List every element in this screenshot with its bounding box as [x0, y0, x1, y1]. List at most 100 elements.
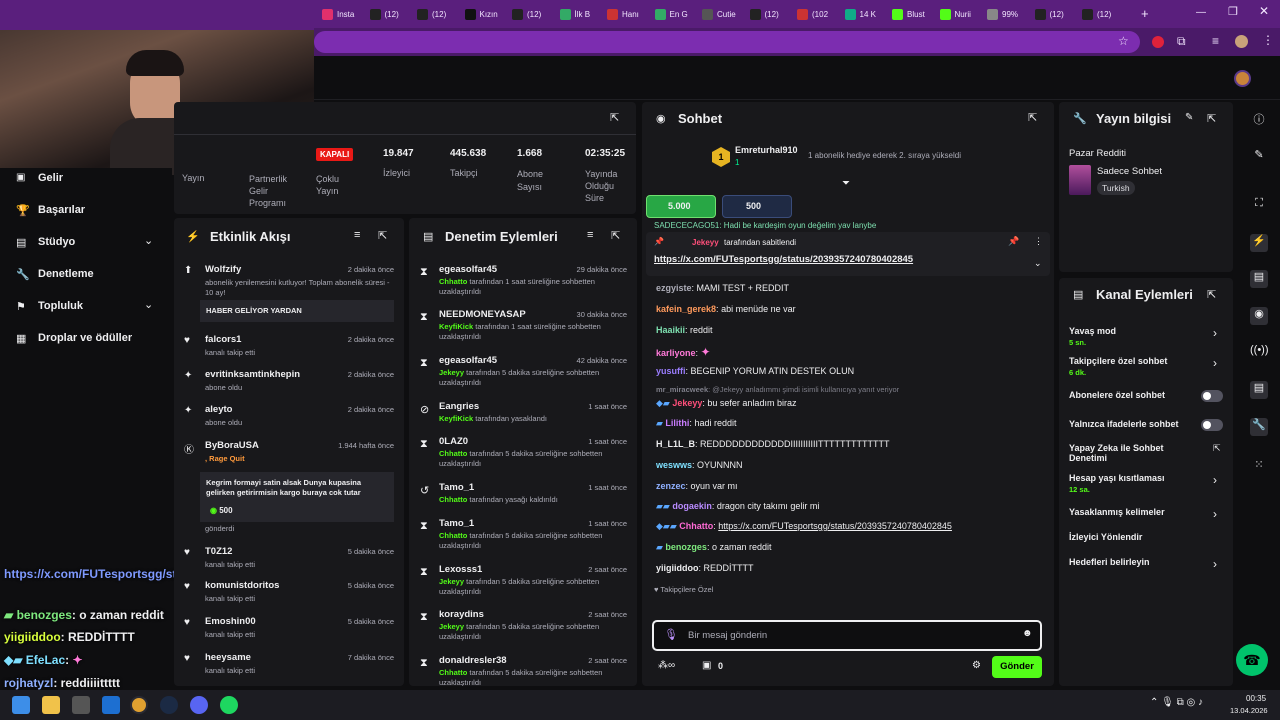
channel-action[interactable]: Hedefleri belirleyin ›: [1059, 557, 1233, 581]
profile-avatar[interactable]: [1235, 35, 1248, 48]
chat-username[interactable]: yusuffi: [656, 366, 686, 376]
chat-username[interactable]: Jekeyy: [672, 398, 702, 408]
browser-tab[interactable]: (12): [369, 6, 412, 22]
moderator-name[interactable]: Jekeyy: [439, 577, 464, 586]
external-link-icon[interactable]: ⇱: [1213, 443, 1221, 454]
chat-username[interactable]: weswws: [656, 460, 692, 470]
media-icon[interactable]: ≡: [1212, 34, 1219, 48]
channel-action[interactable]: Yalnızca ifadelerle sohbet: [1059, 419, 1233, 443]
more-icon[interactable]: ⋮: [1034, 236, 1043, 247]
emote-picker-icon[interactable]: ☻: [1022, 628, 1033, 639]
moderator-name[interactable]: Chhatto: [439, 449, 467, 458]
store-icon[interactable]: [72, 696, 90, 714]
toggle-switch[interactable]: [1201, 419, 1223, 431]
expand-icon[interactable]: ⌄: [1034, 258, 1042, 269]
browser-tab[interactable]: (12): [749, 6, 792, 22]
toggle-switch[interactable]: [1201, 390, 1223, 402]
browser-tab[interactable]: Nurii: [939, 6, 982, 22]
channel-action[interactable]: Abonelere özel sohbet: [1059, 390, 1233, 414]
chat-text[interactable]: https://x.com/FUTesportsgg/status/203935…: [718, 521, 952, 531]
moderator-name[interactable]: Chhatto: [439, 531, 467, 540]
partner-program-label[interactable]: Partnerlik Gelir Programı: [249, 173, 304, 209]
moderator-name[interactable]: Jekeyy: [439, 368, 464, 377]
browser-menu-icon[interactable]: ⋮: [1262, 33, 1274, 47]
activity-user[interactable]: heeysame: [205, 652, 251, 663]
moderated-user[interactable]: egeasolfar45: [439, 264, 497, 275]
chat-username[interactable]: kafein_gerek8: [656, 304, 716, 314]
filter-icon[interactable]: ≡: [587, 229, 593, 241]
popout-icon[interactable]: ⇱: [1207, 288, 1216, 301]
tray-icons[interactable]: ⌃ 🎙 ⧉ ◎ ♪: [1150, 697, 1203, 708]
browser-tab[interactable]: Hanı: [607, 6, 649, 22]
actions-icon[interactable]: ▤: [1250, 381, 1268, 399]
activity-user[interactable]: aleyto: [205, 404, 232, 415]
edit-icon[interactable]: ✎: [1185, 112, 1193, 123]
nav-item-community[interactable]: Topluluk: [38, 300, 83, 312]
bolt-icon[interactable]: ⚡: [1250, 234, 1268, 252]
more-dots-icon[interactable]: ⁙: [1250, 458, 1268, 476]
moderated-user[interactable]: koraydins: [439, 609, 484, 620]
filter-icon[interactable]: ≡: [354, 229, 360, 241]
nav-item-drops[interactable]: Droplar ve ödüller: [38, 332, 132, 344]
chevron-down-icon[interactable]: ⌄: [144, 298, 153, 311]
activity-user[interactable]: Wolfzify: [205, 264, 241, 275]
broadcast-icon[interactable]: ((•)): [1250, 344, 1269, 362]
moderated-user[interactable]: Tamo_1: [439, 518, 474, 529]
popout-icon[interactable]: ⇱: [378, 229, 387, 242]
maximize-icon[interactable]: ❐: [1228, 5, 1238, 18]
bookmark-star-icon[interactable]: ☆: [1118, 34, 1129, 48]
chat-username[interactable]: benozges: [665, 542, 707, 552]
moderated-user[interactable]: Lexosss1: [439, 564, 482, 575]
browser-tab[interactable]: 99%: [987, 6, 1029, 22]
doc-icon[interactable]: ▤: [1250, 270, 1268, 288]
chrome-icon[interactable]: [130, 696, 148, 714]
popout-icon[interactable]: ⇱: [1028, 111, 1037, 124]
category-name[interactable]: Sadece Sohbet: [1097, 166, 1162, 177]
pinned-link[interactable]: https://x.com/FUTesportsgg/status/203935…: [654, 254, 913, 265]
popout-icon[interactable]: ⇱: [611, 229, 620, 242]
unpin-icon[interactable]: 📌: [1008, 236, 1019, 247]
activity-user[interactable]: komunistdoritos: [205, 580, 279, 591]
channel-action[interactable]: Takipçilere özel sohbet 6 dk. ›: [1059, 356, 1233, 380]
moderated-user[interactable]: Tamo_1: [439, 482, 474, 493]
channel-points-icon[interactable]: ⁂∞: [658, 660, 675, 671]
mic-icon[interactable]: 🎙: [664, 628, 678, 641]
windows-start-icon[interactable]: [12, 696, 30, 714]
chevron-right-icon[interactable]: ›: [1213, 356, 1217, 370]
chat-input[interactable]: 🎙 Bir mesaj gönderin ☻: [652, 620, 1042, 651]
browser-tab[interactable]: En G: [654, 6, 697, 22]
moderator-name[interactable]: KeyfiKick: [439, 414, 473, 423]
steam-icon[interactable]: [160, 696, 178, 714]
chat-username[interactable]: yiigiiddoo: [656, 563, 699, 573]
popout-icon[interactable]: ⇱: [610, 111, 619, 124]
nav-item-revenue[interactable]: Gelir: [38, 172, 63, 184]
close-window-icon[interactable]: ✕: [1259, 4, 1269, 18]
crop-icon[interactable]: ⛶: [1250, 197, 1268, 215]
chevron-down-icon[interactable]: ⌄: [144, 234, 153, 247]
chat-username[interactable]: dogaekin: [672, 501, 712, 511]
pen-icon[interactable]: ✎: [1250, 148, 1268, 166]
browser-tab[interactable]: (12): [1082, 6, 1124, 22]
chevron-right-icon[interactable]: ›: [1213, 557, 1217, 571]
chevron-right-icon[interactable]: ›: [1213, 507, 1217, 521]
moderated-user[interactable]: donaldresler38: [439, 655, 507, 666]
channel-action[interactable]: Hesap yaşı kısıtlaması 12 sa. ›: [1059, 473, 1233, 497]
gift-user[interactable]: Emreturhal910: [735, 145, 798, 155]
moderator-name[interactable]: Chhatto: [439, 277, 467, 286]
activity-user[interactable]: evritinksamtinkhepin: [205, 369, 300, 380]
browser-tab[interactable]: Insta: [322, 6, 364, 22]
discord-icon[interactable]: [190, 696, 208, 714]
moderated-user[interactable]: NEEDMONEYASAP: [439, 309, 526, 320]
browser-tab[interactable]: Cutie: [702, 6, 744, 22]
chat-username[interactable]: Chhatto: [679, 521, 713, 531]
chevron-right-icon[interactable]: ›: [1213, 326, 1217, 340]
activity-user[interactable]: falcors1: [205, 334, 241, 345]
bits-icon[interactable]: ▣: [702, 660, 711, 671]
collapse-icon[interactable]: ⏷: [842, 178, 850, 189]
multistream-label[interactable]: Çoklu Yayın: [316, 173, 361, 197]
wrench-icon[interactable]: 🔧: [1250, 418, 1268, 436]
moderator-name[interactable]: Jekeyy: [439, 622, 464, 631]
chat-username[interactable]: Lilithi: [665, 418, 689, 428]
chevron-right-icon[interactable]: ›: [1213, 473, 1217, 487]
browser-tab[interactable]: (12): [512, 6, 554, 22]
